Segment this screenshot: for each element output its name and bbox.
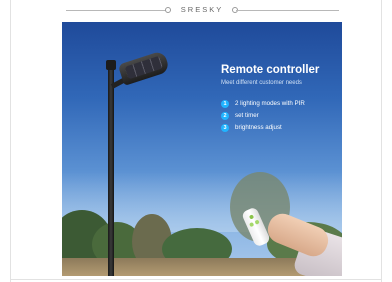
product-subtitle: Meet different customer needs (221, 80, 302, 86)
remote-button (248, 214, 255, 220)
brand-name: SRESKY (180, 5, 224, 14)
frame-right-border (381, 0, 382, 282)
product-photo: Remote controller Meet different custome… (62, 22, 342, 276)
feature-label: set timer (235, 112, 259, 119)
product-title: Remote controller (221, 64, 320, 76)
feature-number-badge: 1 (221, 100, 229, 108)
frame-left-border (10, 0, 11, 282)
brand-header: SRESKY (62, 0, 341, 22)
solar-panel (124, 55, 163, 80)
lamp-pole (108, 66, 114, 276)
street-light-icon (117, 50, 171, 86)
feature-label: 2 lighting modes with PIR (235, 100, 305, 107)
lamp-pole-top (106, 60, 116, 70)
brand-divider-right (236, 10, 339, 11)
feature-label: brightness adjust (235, 124, 282, 131)
remote-button (248, 221, 255, 228)
brand-divider-left (66, 10, 167, 11)
feature-number-badge: 3 (221, 124, 229, 132)
feature-number-badge: 2 (221, 112, 229, 120)
remote-button (254, 219, 260, 225)
frame-bottom-border (10, 279, 382, 280)
brand-dot-left (165, 7, 171, 13)
